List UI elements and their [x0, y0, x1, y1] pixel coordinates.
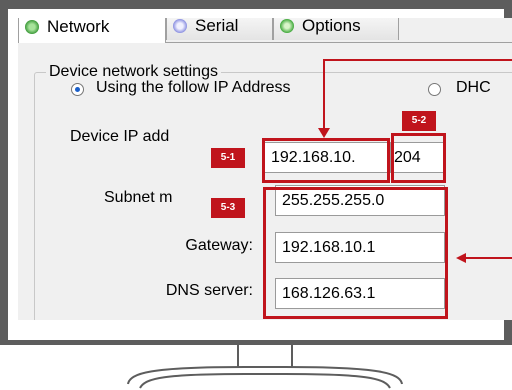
annotation-tag-5-1: 5-1 — [211, 148, 245, 168]
serial-icon — [173, 18, 187, 33]
dns-label: DNS server: — [165, 282, 253, 299]
tab-network[interactable]: Network — [18, 18, 166, 43]
dhcp-radio[interactable] — [428, 83, 441, 96]
tab-serial[interactable]: Serial — [166, 18, 273, 40]
gateway-label: Gateway: — [185, 237, 253, 254]
tab-network-label: Network — [47, 18, 110, 36]
tab-options[interactable]: Options — [273, 18, 399, 40]
device-ip-label: Device IP add — [70, 128, 170, 145]
static-ip-radio[interactable] — [71, 83, 84, 96]
subnet-label: Subnet m — [104, 189, 173, 206]
tab-options-label: Options — [302, 18, 361, 35]
tab-bar: Network Serial Options — [18, 18, 512, 43]
annotation-tag-5-3: 5-3 — [211, 198, 245, 218]
options-icon — [280, 18, 294, 33]
static-ip-label: Using the follow IP Address — [96, 79, 291, 96]
tab-serial-label: Serial — [195, 18, 239, 35]
network-icon — [25, 20, 39, 34]
highlight-device-ip — [262, 138, 390, 183]
highlight-ip-suffix — [391, 133, 446, 183]
highlight-subnet-gateway-dns — [263, 187, 448, 319]
annotation-tag-5-2: 5-2 — [402, 111, 436, 131]
monitor-stand — [127, 366, 403, 389]
dhcp-label: DHC — [456, 79, 491, 96]
